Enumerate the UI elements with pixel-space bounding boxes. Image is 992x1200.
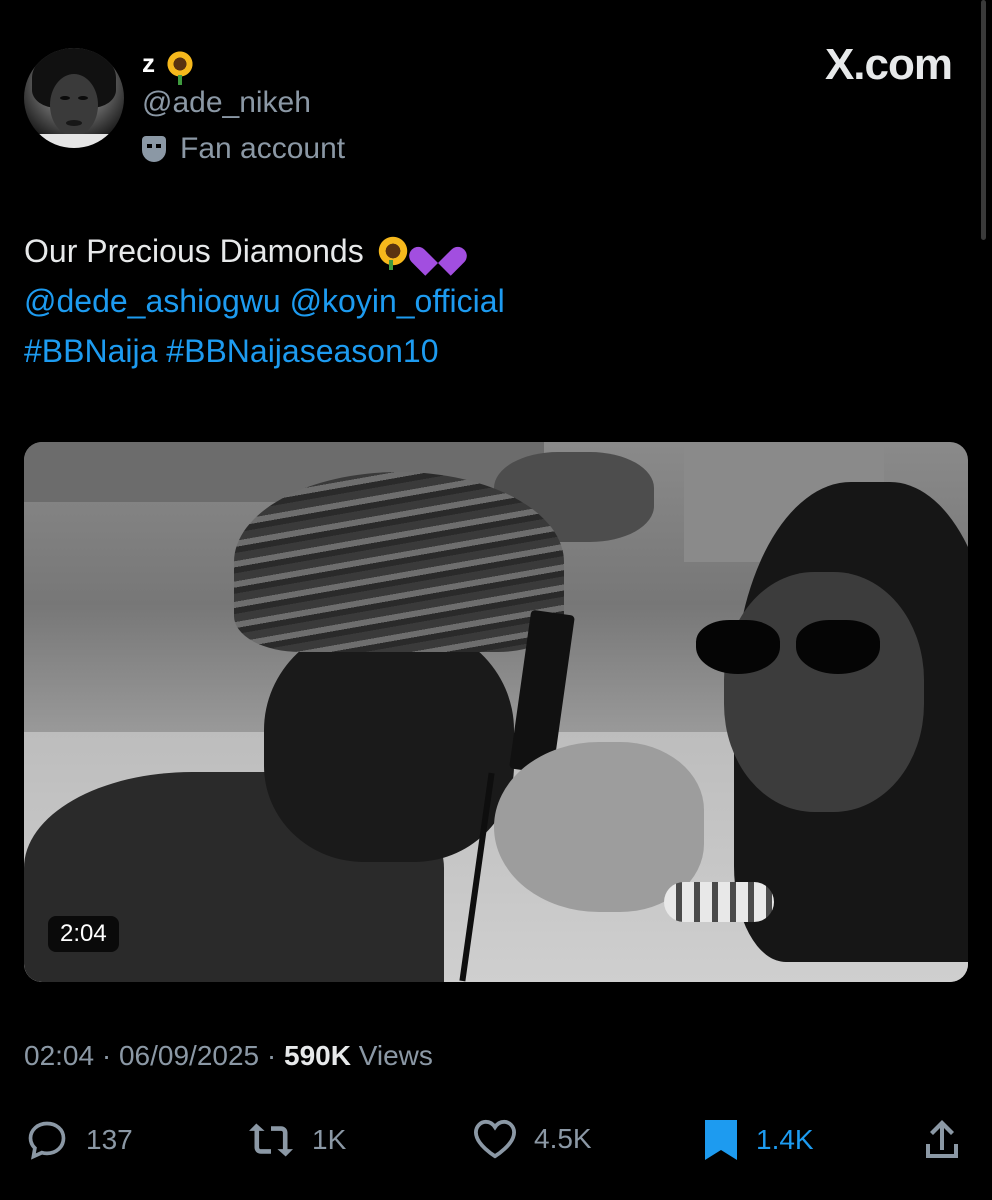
video-player[interactable]: 2:04: [24, 442, 968, 982]
brand-logo: X.com: [824, 40, 953, 89]
sunflower-icon: [375, 234, 410, 270]
fan-account-label: Fan account: [142, 132, 345, 166]
like-icon: [473, 1119, 517, 1159]
purple-heart-icon: [422, 235, 456, 267]
tweet-text: Our Precious Diamonds: [24, 233, 364, 269]
separator: ·: [101, 1040, 112, 1071]
account-label-text: Fan account: [180, 132, 346, 165]
tweet-header: z @ade_nikeh Fan account X.com: [24, 40, 953, 165]
tweet-time[interactable]: 02:04: [24, 1040, 94, 1071]
display-name[interactable]: z: [142, 48, 155, 79]
reply-icon: [28, 1121, 66, 1160]
share-icon: [926, 1120, 958, 1158]
reply-count: 137: [86, 1124, 133, 1155]
reply-button[interactable]: 137: [24, 1118, 133, 1162]
author-name[interactable]: z: [142, 48, 195, 85]
share-button[interactable]: [922, 1118, 962, 1162]
mention-links[interactable]: @dede_ashiogwu @koyin_official: [24, 276, 505, 326]
repost-button[interactable]: 1K: [246, 1118, 346, 1162]
video-duration-badge: 2:04: [48, 916, 119, 952]
avatar[interactable]: [24, 48, 124, 148]
hashtag-links[interactable]: #BBNaija #BBNaijaseason10: [24, 326, 505, 376]
like-count: 4.5K: [534, 1123, 592, 1154]
like-button[interactable]: 4.5K: [472, 1118, 592, 1160]
action-bar: 137 1K 4.5K 1.4K: [24, 1118, 968, 1166]
tweet-meta: 02:04 · 06/09/2025 · 590K Views: [24, 1040, 433, 1072]
bookmark-count: 1.4K: [756, 1124, 814, 1155]
bookmark-icon: [705, 1120, 737, 1160]
separator: ·: [266, 1040, 277, 1071]
bookmark-button[interactable]: 1.4K: [702, 1118, 814, 1162]
scrollbar[interactable]: [981, 0, 986, 240]
tweet-body: Our Precious Diamonds @dede_ashiogwu @ko…: [24, 226, 505, 376]
views-count: 590K: [284, 1040, 351, 1071]
mask-icon: [142, 136, 166, 162]
repost-count: 1K: [312, 1124, 347, 1155]
repost-icon: [249, 1123, 293, 1157]
tweet-date[interactable]: 06/09/2025: [119, 1040, 259, 1071]
views-label: Views: [358, 1040, 433, 1071]
sunflower-icon: [165, 48, 195, 85]
author-handle[interactable]: @ade_nikeh: [142, 86, 311, 120]
